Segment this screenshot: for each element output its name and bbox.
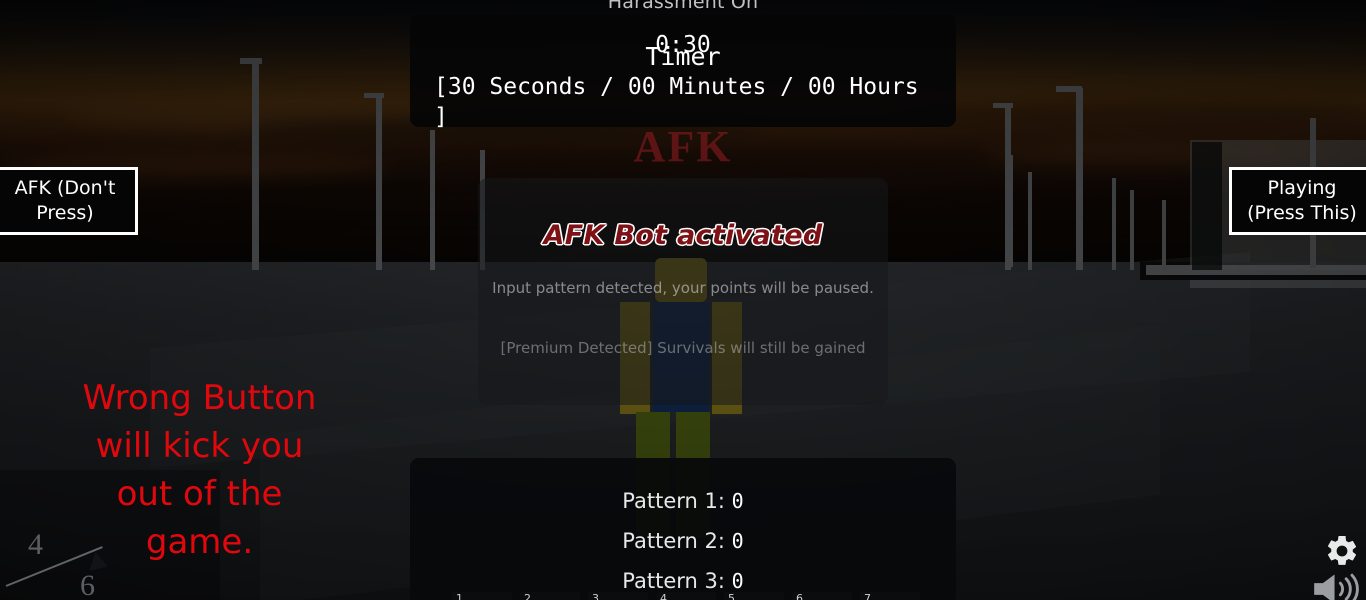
pattern-label: Pattern 2:	[622, 529, 725, 553]
light-pole-arm	[240, 58, 262, 64]
light-pole	[1076, 88, 1083, 270]
hotbar-slot[interactable]: 3	[588, 592, 648, 600]
hotbar-slot-number: 3	[592, 592, 599, 600]
afk-bot-panel: AFK Bot activated Input pattern detected…	[478, 178, 888, 405]
hotbar-slot[interactable]: 5	[724, 592, 784, 600]
light-pole-arm	[993, 103, 1013, 108]
speaker-icon[interactable]	[1310, 573, 1362, 600]
hotbar-slot[interactable]: 6	[792, 592, 852, 600]
hotbar-slot-number: 2	[524, 592, 531, 600]
hotbar: 1 2 3 4 5 6 7	[452, 592, 920, 600]
pattern-label: Pattern 3:	[622, 569, 725, 593]
light-pole	[1162, 200, 1166, 270]
hud-value-a: 4	[28, 528, 43, 561]
hotbar-slot-number: 6	[796, 592, 803, 600]
afk-dont-press-button-label: AFK (Don't Press)	[0, 170, 135, 232]
light-pole-arm	[1056, 86, 1082, 92]
hotbar-slot[interactable]: 7	[860, 592, 920, 600]
timer-panel: 0:30 Timer [30 Seconds / 00 Minutes / 00…	[410, 14, 956, 130]
pattern-label: Pattern 1:	[622, 489, 725, 513]
pattern-panel: Pattern 1: 0 Pattern 2: 0 Pattern 3: 0	[410, 458, 956, 600]
light-pole	[1028, 172, 1032, 270]
hotbar-slot-number: 4	[660, 592, 667, 600]
pattern-row: Pattern 2: 0	[410, 521, 956, 561]
afk-dont-press-button[interactable]: AFK (Don't Press)	[0, 167, 138, 235]
light-pole	[1112, 178, 1116, 270]
pattern-value: 0	[731, 569, 744, 593]
hud-value-b: 6	[80, 569, 95, 600]
light-pole-arm	[364, 93, 384, 98]
afk-bot-body-text: Input pattern detected, your points will…	[492, 279, 874, 297]
playing-press-this-button[interactable]: Playing (Press This)	[1229, 167, 1366, 235]
playing-press-this-button-label: Playing (Press This)	[1232, 170, 1366, 232]
hotbar-slot[interactable]: 4	[656, 592, 716, 600]
timer-detail: [30 Seconds / 00 Minutes / 00 Hours ]	[434, 74, 919, 130]
gear-icon[interactable]	[1324, 533, 1360, 569]
hotbar-slot[interactable]: 1	[452, 592, 512, 600]
afk-bot-subtext: [Premium Detected] Survivals will still …	[500, 339, 866, 357]
wrong-button-warning-text: Wrong Button will kick you out of the ga…	[82, 378, 317, 562]
harassment-status-text: Harassment On	[607, 0, 759, 13]
hotbar-slot[interactable]: 2	[520, 592, 580, 600]
road-marking	[1190, 280, 1366, 288]
light-pole	[1130, 190, 1134, 270]
pattern-value: 0	[731, 529, 744, 553]
afk-bot-title: AFK Bot activated	[543, 220, 823, 251]
hotbar-slot-number: 5	[728, 592, 735, 600]
hotbar-slot-number: 1	[456, 592, 463, 600]
game-screen: 4 6 Harassment On AFK 0:30 Timer [30 Sec…	[0, 0, 1366, 600]
pattern-value: 0	[731, 489, 744, 513]
pattern-row: Pattern 1: 0	[410, 481, 956, 521]
timer-title: Timer	[645, 42, 721, 71]
hotbar-slot-number: 7	[864, 592, 871, 600]
